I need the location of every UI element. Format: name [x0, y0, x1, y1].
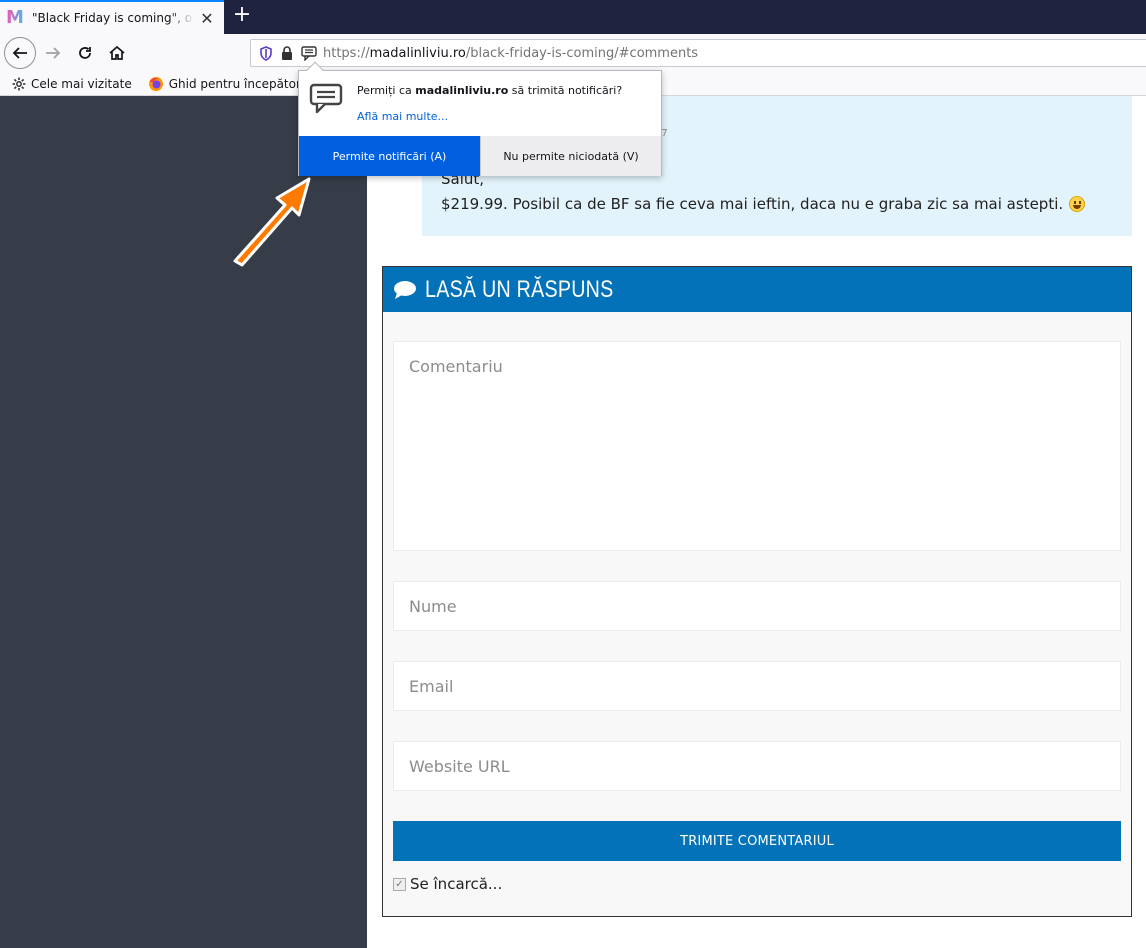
bookmark-getting-started[interactable]: Ghid pentru începători [148, 76, 305, 92]
tab-strip: M "Black Friday is coming", o campanie ✕… [0, 0, 1146, 34]
close-tab-icon[interactable]: ✕ [198, 9, 216, 28]
url-scheme: https:// [323, 45, 370, 61]
bookmark-label: Ghid pentru începători [168, 76, 305, 91]
forward-button[interactable] [38, 38, 68, 68]
notification-permission-popup: Permiți ca madalinliviu.ro să trimită no… [298, 61, 662, 176]
checkbox-checked-icon[interactable]: ✓ [393, 877, 406, 891]
comment-text: $219.99. Posibil ca de BF sa fie ceva ma… [441, 195, 1064, 213]
annotation-arrow-icon [233, 177, 311, 267]
tab-title: "Black Friday is coming", o campanie [32, 11, 194, 25]
firefox-icon [148, 76, 163, 91]
site-favicon-icon: M [6, 8, 26, 28]
navigation-bar: https://madalinliviu.ro/black-friday-is-… [0, 34, 1146, 72]
learn-more-link[interactable]: Află mai multe... [357, 110, 448, 123]
notification-permission-icon[interactable] [301, 45, 317, 61]
arrow-left-icon [12, 47, 27, 59]
prompt-prefix: Permiți ca [357, 84, 416, 97]
prompt-suffix: să trimită notificări? [508, 84, 623, 97]
active-tab[interactable]: M "Black Friday is coming", o campanie ✕ [0, 0, 224, 34]
website-url-field[interactable]: Website URL [393, 741, 1121, 791]
new-tab-button[interactable]: + [230, 4, 254, 28]
gear-icon [12, 77, 26, 90]
loading-status: ✓ Se încarcă... [393, 875, 502, 893]
comment-textarea[interactable]: Comentariu [393, 341, 1121, 551]
speech-bubble-icon [394, 280, 416, 299]
identity-box [251, 45, 323, 61]
arrow-right-icon [46, 47, 61, 59]
reply-form-title: LASĂ UN RĂSPUNS [425, 275, 614, 303]
email-field[interactable]: Email [393, 661, 1121, 711]
reload-icon [79, 47, 91, 59]
never-allow-button[interactable]: Nu permite niciodată (V) [480, 136, 661, 176]
comment-body: $219.99. Posibil ca de BF sa fie ceva ma… [441, 195, 1086, 213]
url-host: madalinliviu.ro [369, 45, 466, 61]
loading-label: Se încarcă... [410, 875, 503, 893]
reply-form: LASĂ UN RĂSPUNS Comentariu Nume Email We… [382, 266, 1132, 917]
home-button[interactable] [102, 38, 132, 68]
smiley-emoji-icon [1069, 196, 1086, 212]
popup-actions: Permite notificări (A) Nu permite niciod… [299, 136, 661, 176]
notification-prompt-text: Permiți ca madalinliviu.ro să trimită no… [357, 84, 622, 97]
name-field[interactable]: Nume [393, 581, 1121, 631]
url-path: /black-friday-is-coming/#comments [465, 45, 699, 61]
prompt-site: madalinliviu.ro [415, 84, 509, 97]
reload-button[interactable] [70, 38, 100, 68]
lock-icon[interactable] [281, 46, 293, 60]
bookmark-most-visited[interactable]: Cele mai vizitate [12, 77, 132, 91]
tracking-protection-shield-icon[interactable] [259, 45, 273, 61]
url-text: https://madalinliviu.ro/black-friday-is-… [323, 46, 698, 61]
address-bar[interactable]: https://madalinliviu.ro/black-friday-is-… [250, 39, 1146, 67]
reply-form-header: LASĂ UN RĂSPUNS [383, 267, 1131, 312]
submit-comment-button[interactable]: TRIMITE COMENTARIUL [393, 821, 1121, 861]
home-icon [109, 45, 125, 60]
notification-message-icon [309, 83, 343, 114]
back-button[interactable] [4, 37, 36, 69]
bookmark-label: Cele mai vizitate [31, 76, 132, 91]
allow-notifications-button[interactable]: Permite notificări (A) [299, 136, 480, 176]
